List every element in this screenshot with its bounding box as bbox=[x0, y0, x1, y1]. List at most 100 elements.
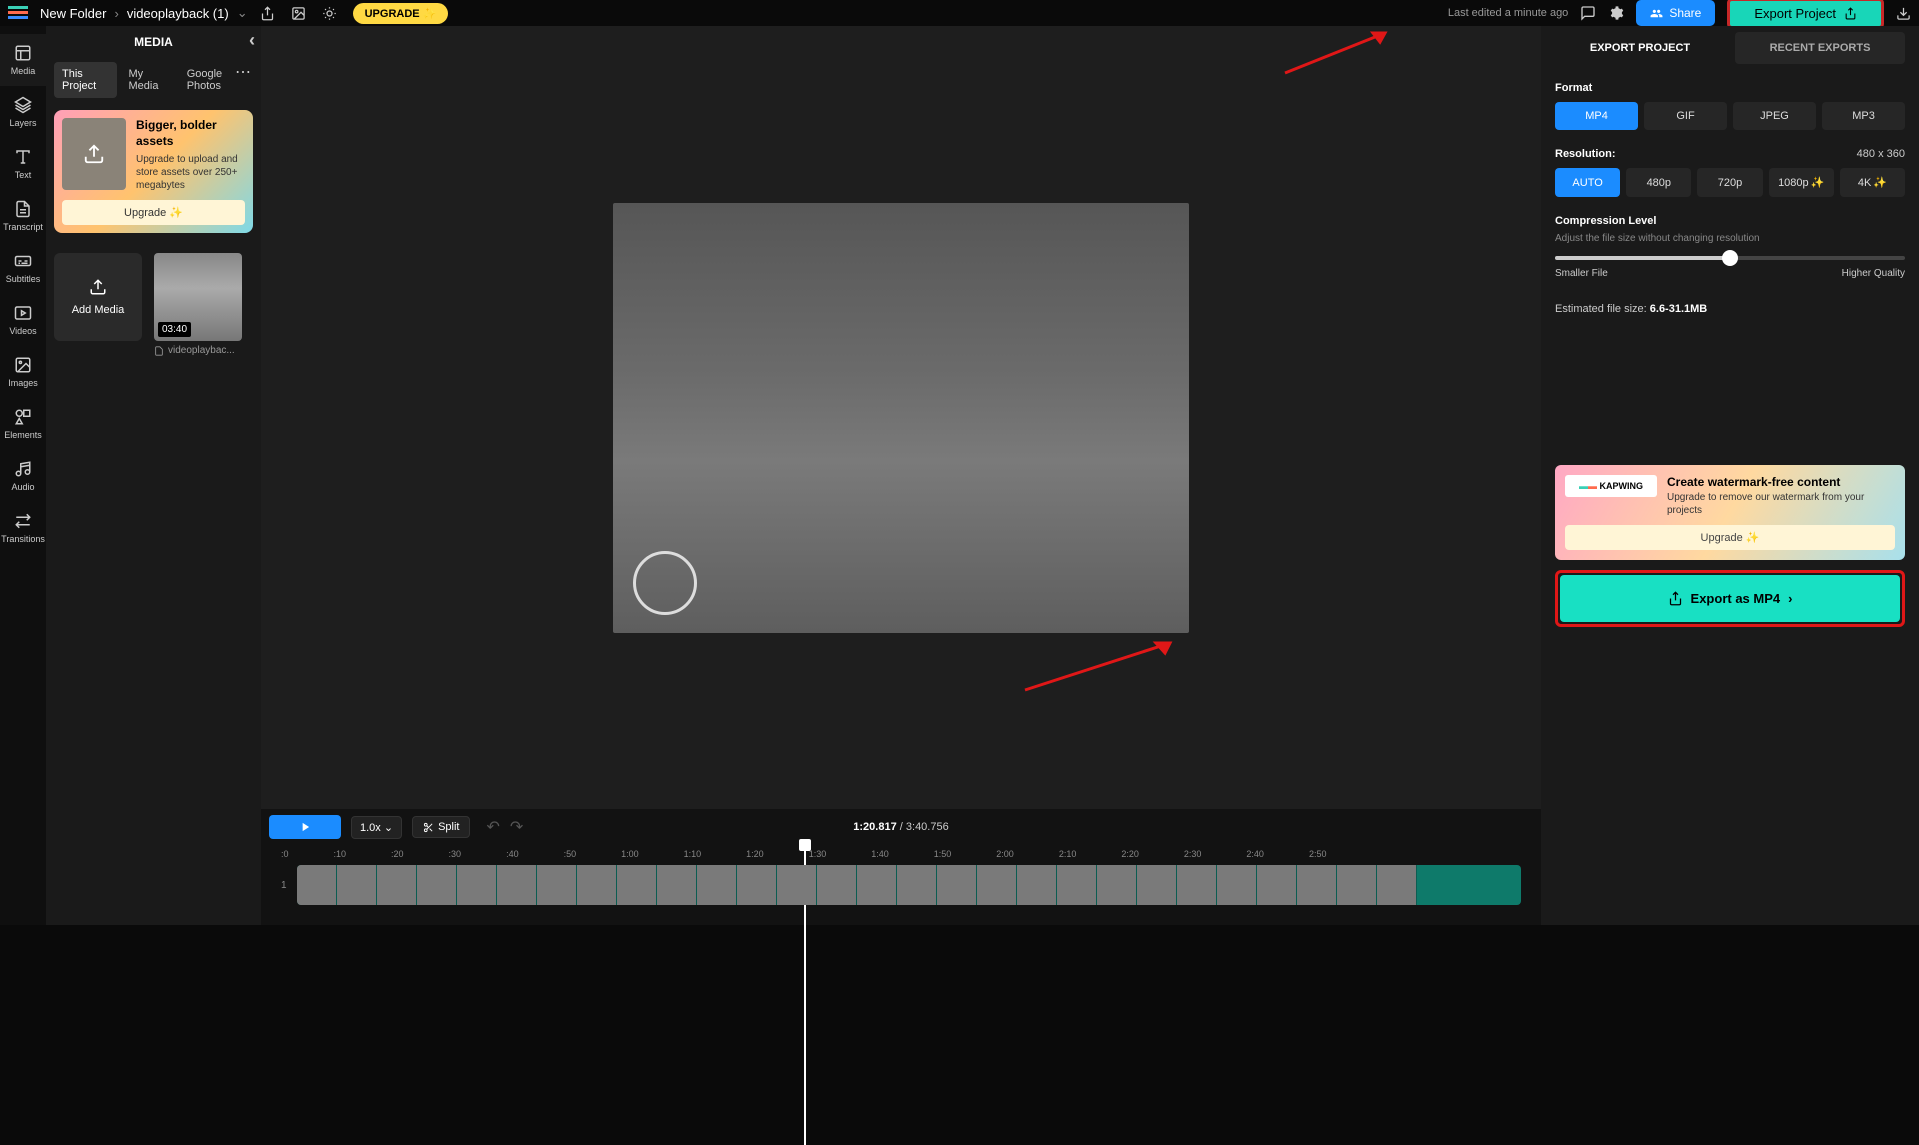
rail-audio[interactable]: Audio bbox=[0, 450, 46, 502]
chevron-right-icon: › bbox=[1788, 591, 1792, 606]
last-edited-label: Last edited a minute ago bbox=[1448, 7, 1568, 19]
compression-sub: Adjust the file size without changing re… bbox=[1555, 233, 1905, 244]
redo-icon[interactable]: ↷ bbox=[510, 817, 523, 837]
estimated-size: Estimated file size: 6.6-31.1MB bbox=[1555, 303, 1905, 315]
breadcrumb: New Folder › videoplayback (1) ⌄ bbox=[40, 5, 248, 21]
export-as-mp4-button[interactable]: Export as MP4 › bbox=[1560, 575, 1900, 622]
timeline-clip[interactable] bbox=[297, 865, 1521, 905]
tab-my-media[interactable]: My Media bbox=[121, 62, 175, 98]
watermark-title: Create watermark-free content bbox=[1667, 475, 1895, 489]
res-auto[interactable]: AUTO bbox=[1555, 168, 1620, 197]
rail-images[interactable]: Images bbox=[0, 346, 46, 398]
watermark-sub: Upgrade to remove our watermark from you… bbox=[1667, 491, 1895, 517]
rail-subtitles-label: Subtitles bbox=[6, 274, 41, 284]
canvas[interactable] bbox=[261, 26, 1541, 809]
resolution-label: Resolution: bbox=[1555, 148, 1616, 160]
comment-icon[interactable] bbox=[1580, 5, 1596, 21]
res-1080p[interactable]: 1080p✨ bbox=[1769, 168, 1834, 197]
timeline: 1.0x ⌄ Split ↶ ↷ 1:20.817 / 3:40.756 :0 … bbox=[261, 809, 1541, 925]
annotation-arrow bbox=[1280, 28, 1400, 78]
breadcrumb-folder[interactable]: New Folder bbox=[40, 6, 106, 21]
track-number: 1 bbox=[281, 880, 291, 891]
share-icon[interactable] bbox=[260, 6, 275, 21]
media-thumbnail[interactable]: 03:40 bbox=[154, 253, 242, 341]
speed-select[interactable]: 1.0x ⌄ bbox=[351, 816, 402, 839]
tab-recent-exports[interactable]: RECENT EXPORTS bbox=[1735, 32, 1905, 64]
file-icon bbox=[154, 346, 164, 356]
rail-subtitles[interactable]: Subtitles bbox=[0, 242, 46, 294]
video-preview[interactable] bbox=[613, 203, 1189, 633]
watermark-card: ▬▬ KAPWING Create watermark-free content… bbox=[1555, 465, 1905, 560]
media-filename: videoplaybac... bbox=[154, 345, 242, 356]
rail-media-label: Media bbox=[11, 66, 36, 76]
format-mp3[interactable]: MP3 bbox=[1822, 102, 1905, 130]
timeline-ruler[interactable]: :0 :10 :20 :30 :40 :50 1:00 1:10 1:20 1:… bbox=[261, 845, 1541, 861]
slider-left-label: Smaller File bbox=[1555, 268, 1608, 279]
collapse-panel-icon[interactable]: ‹ bbox=[249, 30, 255, 51]
side-rail: Media Layers Text Transcript Subtitles V… bbox=[0, 26, 46, 925]
upload-icon bbox=[89, 278, 107, 296]
slider-thumb[interactable] bbox=[1722, 250, 1738, 266]
upgrade-button[interactable]: UPGRADE ✨ bbox=[353, 3, 449, 24]
tab-this-project[interactable]: This Project bbox=[54, 62, 117, 98]
slider-right-label: Higher Quality bbox=[1842, 268, 1905, 279]
export-panel: EXPORT PROJECT RECENT EXPORTS Format MP4… bbox=[1541, 26, 1919, 925]
add-media-label: Add Media bbox=[72, 304, 125, 316]
compression-slider[interactable]: Smaller File Higher Quality bbox=[1555, 256, 1905, 279]
watermark-upgrade-button[interactable]: Upgrade ✨ bbox=[1565, 525, 1895, 550]
panel-title: MEDIA bbox=[134, 35, 173, 49]
play-icon bbox=[298, 820, 312, 834]
rail-media[interactable]: Media bbox=[0, 34, 46, 86]
promo-image bbox=[62, 118, 126, 190]
res-480p[interactable]: 480p bbox=[1626, 168, 1691, 197]
chevron-down-icon[interactable]: ⌄ bbox=[237, 5, 248, 21]
breadcrumb-project[interactable]: videoplayback (1) bbox=[127, 6, 229, 21]
promo-card: Bigger, bolder assets Upgrade to upload … bbox=[54, 110, 253, 233]
rail-audio-label: Audio bbox=[11, 482, 34, 492]
share-button[interactable]: Share bbox=[1636, 0, 1715, 26]
rail-transitions[interactable]: Transitions bbox=[0, 502, 46, 554]
rail-images-label: Images bbox=[8, 378, 38, 388]
rail-text[interactable]: Text bbox=[0, 138, 46, 190]
chevron-right-icon: › bbox=[114, 6, 118, 21]
rail-layers-label: Layers bbox=[9, 118, 36, 128]
settings-icon[interactable] bbox=[1608, 5, 1624, 21]
rail-text-label: Text bbox=[15, 170, 32, 180]
kapwing-logo: ▬▬ KAPWING bbox=[1565, 475, 1657, 497]
annotation-arrow bbox=[1020, 635, 1180, 695]
sparkle-icon[interactable] bbox=[322, 6, 337, 21]
split-button[interactable]: Split bbox=[412, 816, 470, 838]
resolution-value: 480 x 360 bbox=[1857, 148, 1905, 160]
format-gif[interactable]: GIF bbox=[1644, 102, 1727, 130]
download-icon[interactable] bbox=[1896, 6, 1911, 21]
tab-export-project[interactable]: EXPORT PROJECT bbox=[1555, 32, 1725, 64]
rail-elements-label: Elements bbox=[4, 430, 42, 440]
share-label: Share bbox=[1669, 6, 1701, 20]
export-label: Export Project bbox=[1754, 6, 1836, 21]
rail-elements[interactable]: Elements bbox=[0, 398, 46, 450]
rail-transcript[interactable]: Transcript bbox=[0, 190, 46, 242]
format-jpeg[interactable]: JPEG bbox=[1733, 102, 1816, 130]
format-mp4[interactable]: MP4 bbox=[1555, 102, 1638, 130]
format-label: Format bbox=[1555, 82, 1905, 94]
promo-subtitle: Upgrade to upload and store assets over … bbox=[136, 153, 245, 192]
promo-title: Bigger, bolder assets bbox=[136, 118, 245, 149]
rail-transitions-label: Transitions bbox=[1, 534, 45, 544]
add-media-button[interactable]: Add Media bbox=[54, 253, 142, 341]
res-4k[interactable]: 4K✨ bbox=[1840, 168, 1905, 197]
media-panel: MEDIA ‹ ⋯ This Project My Media Google P… bbox=[46, 26, 261, 925]
app-logo[interactable] bbox=[8, 6, 28, 20]
brand-kit-icon[interactable] bbox=[291, 6, 306, 21]
rail-layers[interactable]: Layers bbox=[0, 86, 46, 138]
res-720p[interactable]: 720p bbox=[1697, 168, 1762, 197]
export-project-button[interactable]: Export Project bbox=[1727, 0, 1884, 29]
rail-videos[interactable]: Videos bbox=[0, 294, 46, 346]
more-icon[interactable]: ⋯ bbox=[235, 62, 251, 82]
media-item[interactable]: 03:40 videoplaybac... bbox=[154, 253, 242, 356]
compression-label: Compression Level bbox=[1555, 215, 1905, 227]
media-duration: 03:40 bbox=[158, 322, 191, 337]
play-button[interactable] bbox=[269, 815, 341, 839]
undo-icon[interactable]: ↶ bbox=[486, 817, 499, 837]
promo-upgrade-button[interactable]: Upgrade ✨ bbox=[62, 200, 245, 225]
rail-transcript-label: Transcript bbox=[3, 222, 43, 232]
